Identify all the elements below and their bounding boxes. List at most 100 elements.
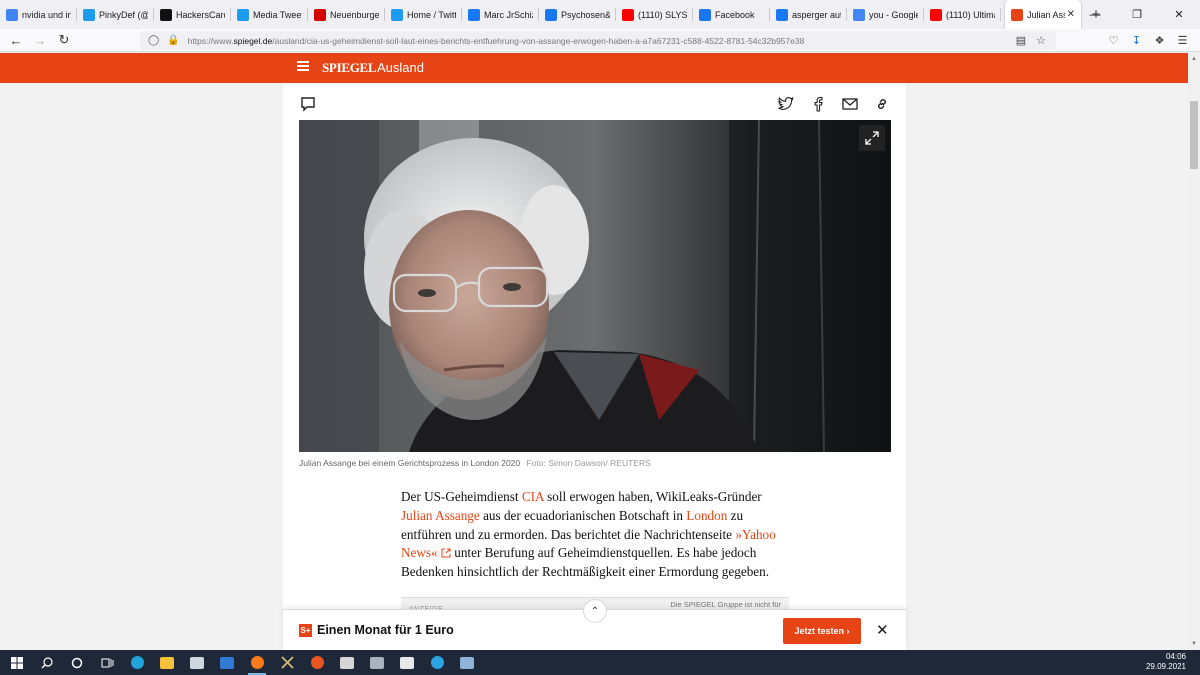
browser-tab[interactable]: Media Tweets I (231, 0, 308, 29)
restore-icon[interactable]: ❐ (1116, 0, 1158, 29)
twitter-share-icon[interactable] (777, 95, 795, 113)
github-icon (160, 8, 172, 21)
address-bar[interactable]: ◯ 🔒 https://www.spiegel.de/ausland/cia-u… (140, 31, 1056, 50)
external-link-icon (441, 548, 451, 558)
link-london[interactable]: London (686, 508, 727, 523)
tab-label: PinkyDef (@Pi (99, 9, 148, 20)
google-icon (6, 8, 18, 21)
window-controls: — ❐ ✕ (1074, 0, 1200, 29)
file-explorer-icon[interactable] (152, 650, 182, 675)
tab-label: Facebook (715, 9, 755, 20)
clock-time: 04:06 (1165, 652, 1186, 661)
browser-tab[interactable]: Psychosen&Sc (539, 0, 616, 29)
browser-tab[interactable]: (1110) SLYSER (616, 0, 693, 29)
tab-label: Home / Twitter (407, 9, 456, 20)
browser-tab[interactable]: PinkyDef (@Pi (77, 0, 154, 29)
hamburger-menu-icon[interactable] (297, 61, 309, 71)
extensions-icon[interactable]: ❖ (1148, 34, 1171, 47)
page-scrollbar[interactable]: ▲ ▼ (1188, 53, 1200, 650)
store-icon[interactable] (182, 650, 212, 675)
twitter-icon (391, 8, 403, 21)
minimize-icon[interactable]: — (1074, 0, 1116, 29)
close-window-icon[interactable]: ✕ (1158, 0, 1200, 29)
ad-disclaimer: Die SPIEGEL Gruppe ist nicht für (670, 600, 781, 609)
tab-label: Neuenburgerst (330, 9, 379, 20)
menu-icon[interactable]: ☰ (1171, 34, 1194, 47)
photo-caption: Julian Assange bei einem Gerichtsprozess… (299, 458, 651, 468)
caption-text: Julian Assange bei einem Gerichtsprozess… (299, 458, 521, 468)
browser-tab[interactable]: HackersCardg (154, 0, 231, 29)
firefox-icon[interactable] (242, 650, 272, 675)
twitter-icon (83, 8, 95, 21)
url-text[interactable]: https://www.spiegel.de/ausland/cia-us-ge… (188, 36, 1016, 46)
twitter-icon (237, 8, 249, 21)
chevron-up-icon[interactable]: ⌃ (583, 599, 607, 623)
app-tile-icon[interactable] (452, 650, 482, 675)
facebook-icon (699, 8, 711, 21)
browser-tab[interactable]: you - Google S (847, 0, 924, 29)
site-header: SPIEGEL Ausland (0, 53, 1188, 83)
system-clock[interactable]: 04:06 29.09.2021 (1146, 652, 1186, 672)
browser-tab[interactable]: Marc JrSchizo (462, 0, 539, 29)
browser-tab[interactable]: (1110) Ultimat (924, 0, 1001, 29)
cortana-icon[interactable] (62, 650, 92, 675)
try-now-button[interactable]: Jetzt testen › (783, 618, 861, 644)
browser-tab[interactable]: Facebook (693, 0, 770, 29)
facebook-icon (468, 8, 480, 21)
edge-icon[interactable] (122, 650, 152, 675)
notepad-icon[interactable] (392, 650, 422, 675)
browser-tab[interactable]: asperger autist (770, 0, 847, 29)
body-text: soll erwogen haben, WikiLeaks-Gründer (543, 489, 762, 504)
calculator-icon[interactable] (362, 650, 392, 675)
tab-label: HackersCardg (176, 9, 225, 20)
task-view-icon[interactable] (92, 650, 122, 675)
pocket-icon[interactable]: ♡ (1102, 34, 1125, 47)
tab-label: Julian Assan (1027, 9, 1065, 20)
scroll-down-icon[interactable]: ▼ (1188, 638, 1200, 650)
share-bar (299, 95, 891, 113)
link-julian-assange[interactable]: Julian Assange (401, 508, 480, 523)
forward-arrow-icon[interactable]: → (28, 29, 52, 52)
zeit-icon (314, 8, 326, 21)
comment-icon[interactable] (299, 95, 317, 113)
browser-tab-active[interactable]: Julian Assan✕ (1005, 0, 1081, 29)
tools-icon[interactable] (272, 650, 302, 675)
shield-icon[interactable]: ◯ (148, 35, 159, 46)
subscription-banner: ⌃ S+ Einen Monat für 1 Euro Jetzt testen… (283, 599, 906, 650)
promo-title: Einen Monat für 1 Euro (317, 623, 454, 637)
expand-image-icon[interactable] (859, 125, 885, 151)
body-text: Der US-Geheimdienst (401, 489, 522, 504)
browser-tab[interactable]: nvidia und inte (0, 0, 77, 29)
spiegel-icon (1011, 8, 1023, 21)
tab-label: (1110) SLYSER (638, 9, 687, 20)
article-column: Julian Assange bei einem Gerichtsprozess… (283, 83, 906, 650)
tab-label: you - Google S (869, 9, 918, 20)
close-banner-icon[interactable]: ✕ (876, 621, 889, 639)
site-logo[interactable]: SPIEGEL (322, 60, 377, 76)
section-title[interactable]: Ausland (377, 60, 424, 75)
back-arrow-icon[interactable]: ← (4, 29, 28, 52)
facebook-icon (776, 8, 788, 21)
browser-tab[interactable]: Neuenburgerst (308, 0, 385, 29)
facebook-share-icon[interactable] (809, 95, 827, 113)
download-icon[interactable]: ↧ (1125, 34, 1148, 47)
windows-taskbar: 04:06 29.09.2021 (0, 650, 1200, 675)
search-icon[interactable] (32, 650, 62, 675)
app-window-icon[interactable] (332, 650, 362, 675)
reload-icon[interactable]: ↻ (52, 29, 76, 52)
mail-icon[interactable] (212, 650, 242, 675)
lock-icon[interactable]: 🔒 (167, 35, 179, 46)
scroll-up-icon[interactable]: ▲ (1188, 53, 1200, 65)
link-share-icon[interactable] (873, 95, 891, 113)
hero-photo[interactable] (299, 120, 891, 452)
reader-view-icon[interactable]: ▤ (1016, 34, 1026, 47)
email-share-icon[interactable] (841, 95, 859, 113)
telegram-icon[interactable] (422, 650, 452, 675)
bookmark-star-icon[interactable]: ☆ (1036, 34, 1046, 47)
scrollbar-thumb[interactable] (1190, 101, 1198, 169)
windows-start-icon[interactable] (2, 650, 32, 675)
link-cia[interactable]: CIA (522, 489, 544, 504)
ubuntu-icon[interactable] (302, 650, 332, 675)
browser-tab[interactable]: Home / Twitter (385, 0, 462, 29)
google-icon (853, 8, 865, 21)
